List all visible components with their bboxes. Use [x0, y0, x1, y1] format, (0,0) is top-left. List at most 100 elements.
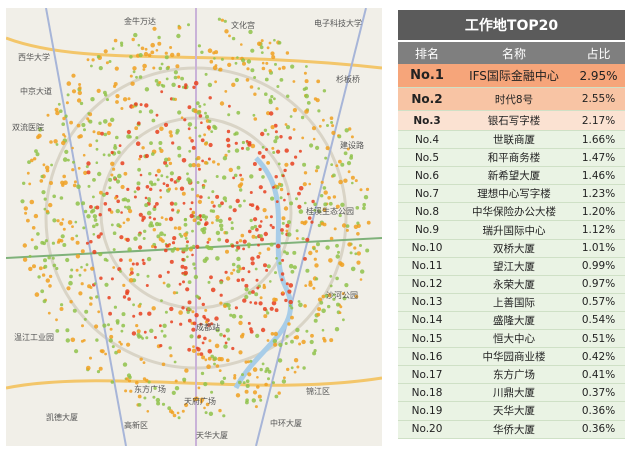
cell-name: 新希望大厦: [487, 170, 541, 183]
heat-point: [274, 394, 279, 399]
heat-point: [62, 227, 66, 231]
heat-point: [132, 66, 137, 71]
map-label: 天华大厦: [196, 430, 228, 440]
heat-point: [246, 67, 250, 71]
heat-point: [273, 331, 278, 337]
heat-point: [113, 38, 118, 43]
heat-point: [274, 62, 277, 66]
heat-point: [145, 378, 149, 383]
heat-point: [42, 299, 47, 304]
heat-point: [77, 90, 83, 96]
heat-point: [273, 139, 278, 144]
heat-point: [48, 202, 53, 208]
heat-point: [99, 232, 103, 236]
heatmap-map[interactable]: 金牛万达 文化宫 电子科技大学西华大学中京大道双流医院 杉板桥建设路桂溪生态公园沙河公…: [6, 8, 382, 446]
heat-point: [236, 165, 241, 170]
heat-point: [128, 258, 133, 262]
heat-point: [104, 352, 107, 356]
heat-point: [204, 411, 208, 415]
heat-point: [283, 206, 289, 211]
heat-point: [171, 141, 175, 145]
heat-point: [251, 398, 256, 403]
heat-point: [159, 324, 162, 328]
heat-point: [203, 133, 207, 137]
heat-point: [89, 205, 93, 209]
heat-point: [262, 208, 267, 213]
heat-point: [75, 268, 79, 272]
heat-point: [346, 161, 352, 166]
heat-point: [247, 291, 252, 295]
heat-point: [257, 87, 260, 90]
heat-point: [113, 305, 117, 309]
heat-point: [222, 175, 227, 180]
heat-point: [350, 175, 355, 180]
cell-pct: 0.36%: [581, 404, 616, 417]
heat-point: [166, 283, 171, 288]
heat-point: [222, 156, 228, 161]
heat-point: [218, 67, 223, 72]
heat-point: [152, 66, 156, 70]
heat-point: [165, 244, 170, 248]
heat-point: [73, 180, 77, 184]
heat-point: [43, 258, 47, 263]
heat-point: [107, 296, 111, 300]
heat-point: [269, 111, 274, 116]
heat-point: [279, 78, 284, 82]
heat-point: [298, 209, 304, 214]
heat-point: [204, 218, 207, 221]
heat-point: [244, 389, 249, 394]
heat-point: [300, 115, 305, 120]
heat-point: [120, 161, 125, 166]
table-row: No.18 川鼎大厦 0.37%: [398, 384, 625, 403]
heat-point: [220, 380, 225, 385]
heat-point: [222, 414, 226, 418]
heat-point: [230, 271, 234, 275]
heat-point: [289, 201, 294, 206]
heat-point: [183, 232, 188, 238]
heat-point: [92, 214, 98, 219]
heat-point: [26, 171, 30, 175]
heat-point: [129, 267, 134, 272]
heat-point: [329, 284, 333, 288]
heat-point: [257, 41, 262, 47]
heat-point: [274, 175, 278, 179]
heat-point: [211, 221, 214, 225]
heat-point: [236, 256, 241, 262]
heat-point: [304, 201, 307, 205]
heat-point: [321, 308, 326, 314]
cell-name: 和平商务楼: [487, 152, 541, 165]
heat-point: [246, 242, 251, 247]
heat-point: [211, 190, 215, 194]
heat-point: [55, 266, 59, 271]
heat-point: [224, 29, 229, 34]
header-rank: 排名: [414, 46, 439, 61]
heat-point: [83, 317, 87, 321]
heat-point: [242, 247, 246, 251]
heat-point: [92, 195, 95, 199]
heat-point: [324, 156, 328, 160]
heat-point: [259, 296, 263, 300]
heat-point: [48, 274, 53, 279]
heat-point: [220, 18, 224, 22]
heat-point: [222, 334, 226, 338]
heat-point: [231, 262, 236, 267]
heat-point: [117, 349, 121, 354]
heat-point: [210, 287, 216, 293]
heat-point: [268, 69, 272, 73]
heat-point: [277, 358, 283, 363]
heat-point: [257, 394, 262, 399]
heat-point: [314, 169, 319, 173]
heat-point: [297, 300, 301, 303]
heat-point: [271, 146, 275, 150]
heat-point: [363, 195, 369, 200]
heat-point: [124, 389, 128, 393]
heat-point: [40, 289, 45, 294]
heat-point: [144, 203, 149, 208]
cell-rank: No.11: [411, 260, 443, 273]
heat-point: [141, 146, 145, 150]
heat-point: [246, 59, 252, 64]
map-label: 高新区: [124, 420, 148, 430]
heat-point: [160, 62, 164, 66]
heat-point: [95, 338, 99, 342]
heat-point: [236, 278, 241, 283]
